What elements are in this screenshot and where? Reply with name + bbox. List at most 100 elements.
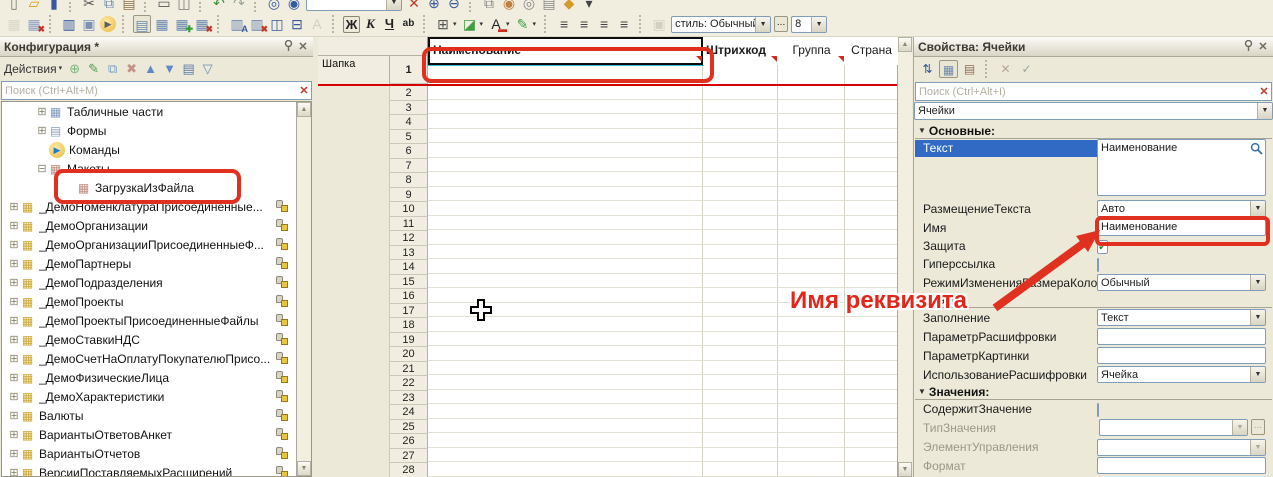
actions-caret-icon[interactable]: ▾: [59, 64, 63, 72]
database-icon[interactable]: ▥: [60, 15, 78, 33]
copy-pages-icon[interactable]: ⧉: [480, 0, 498, 12]
row-header[interactable]: 11: [390, 217, 428, 232]
delete-names-icon[interactable]: ▥✖: [248, 15, 266, 33]
config-search-clear-icon[interactable]: ✕: [297, 84, 311, 97]
style-more-button[interactable]: ...: [774, 16, 788, 32]
discard-icon[interactable]: ✕: [996, 60, 1015, 78]
delete-row-icon[interactable]: ▦✖: [193, 15, 211, 33]
expander-plus-icon[interactable]: ⊞: [8, 428, 20, 441]
sheet-corner[interactable]: [318, 37, 428, 56]
tree-item[interactable]: ⊞▦ВариантыОтчетов: [2, 444, 311, 463]
property-combo[interactable]: Текст▼: [1097, 309, 1266, 326]
row-header[interactable]: 18: [390, 318, 428, 333]
tree-item[interactable]: ⊞▦_ДемоОрганизацииПрисоединенныеФ...: [2, 235, 311, 254]
delete-icon[interactable]: ✖: [123, 60, 140, 78]
align-center-icon[interactable]: ≡: [575, 15, 593, 33]
expander-plus-icon[interactable]: ⊞: [8, 257, 20, 270]
chevron-down-icon[interactable]: ▼: [1250, 310, 1265, 325]
copy-icon[interactable]: ⧉: [100, 0, 118, 12]
property-combo[interactable]: ▼: [1097, 439, 1266, 456]
cell-format-icon[interactable]: ▦: [5, 15, 23, 33]
property-label[interactable]: ТипЗначения: [915, 421, 1097, 435]
find-icon[interactable]: ◎: [265, 0, 283, 12]
row-header[interactable]: 6: [390, 144, 428, 159]
scroll-up-icon[interactable]: ▲: [297, 102, 311, 117]
row-header[interactable]: 12: [390, 231, 428, 246]
group-by-category-icon[interactable]: ▦: [939, 60, 958, 78]
move-up-icon[interactable]: ▲: [142, 60, 159, 78]
property-combo[interactable]: Обычный▼: [1097, 274, 1266, 291]
align-right-icon[interactable]: ≡: [595, 15, 613, 33]
merge-cells-icon[interactable]: ▤: [133, 15, 151, 33]
split-window-v-icon[interactable]: ◫: [268, 15, 286, 33]
property-input[interactable]: [1097, 457, 1266, 474]
tree-item[interactable]: ⊞▦_ДемоПроекты: [2, 292, 311, 311]
show-headers-icon[interactable]: ▥A: [228, 15, 246, 33]
chevron-down-icon[interactable]: ▼: [1250, 440, 1265, 455]
row-header[interactable]: 7: [390, 159, 428, 174]
expander-plus-icon[interactable]: ⊞: [8, 466, 20, 477]
toolbar-search-combo[interactable]: ▼: [306, 0, 402, 11]
property-combo[interactable]: ▼: [1099, 419, 1248, 436]
expander-plus-icon[interactable]: ⊞: [8, 314, 20, 327]
split-window-h-icon[interactable]: ⊟: [288, 15, 306, 33]
pin-icon[interactable]: [282, 40, 294, 54]
expander-plus-icon[interactable]: ⊞: [8, 200, 20, 213]
row-header[interactable]: 13: [390, 246, 428, 261]
tree-item[interactable]: ⊞▦_ДемоПодразделения: [2, 273, 311, 292]
chevron-down-icon[interactable]: ▼: [811, 17, 826, 32]
expander-plus-icon[interactable]: ⊞: [8, 352, 20, 365]
grid-cell[interactable]: Страна: [845, 37, 898, 65]
tree-item[interactable]: ⊞▦Валюты: [2, 406, 311, 425]
object-selector-combo[interactable]: Ячейки ▼: [914, 102, 1273, 120]
letter-spacing-button[interactable]: ab: [400, 16, 417, 33]
sheet-scroll-up-icon[interactable]: ▲: [898, 37, 912, 52]
row-header[interactable]: 16: [390, 289, 428, 304]
paste-icon[interactable]: ▤: [120, 0, 138, 12]
add-icon[interactable]: ⊕: [66, 60, 83, 78]
save-icon[interactable]: ▮: [45, 0, 63, 12]
property-input[interactable]: [1097, 347, 1266, 364]
ellipsis-button[interactable]: ...: [1251, 419, 1265, 435]
close-icon[interactable]: ✕: [297, 40, 309, 53]
tree-item[interactable]: ⊞▦_ДемоХарактеристики: [2, 387, 311, 406]
row-header[interactable]: 3: [390, 101, 428, 116]
important-info-icon[interactable]: ◆: [560, 0, 578, 12]
fill-color-icon[interactable]: ◪: [461, 15, 479, 33]
row-header[interactable]: 14: [390, 260, 428, 275]
italic-button[interactable]: К: [362, 16, 379, 33]
row-header[interactable]: 22: [390, 376, 428, 391]
property-checkbox[interactable]: [1097, 403, 1099, 417]
row-header[interactable]: 9: [390, 188, 428, 203]
row-header[interactable]: 20: [390, 347, 428, 362]
row-header[interactable]: 4: [390, 115, 428, 130]
chevron-down-icon[interactable]: ▼: [1232, 420, 1247, 435]
row-header[interactable]: 19: [390, 333, 428, 348]
expander-plus-icon[interactable]: ⊞: [36, 124, 48, 137]
expander-plus-icon[interactable]: ⊞: [8, 333, 20, 346]
tree-item[interactable]: ⊞▦ВерсииПоставляемыхРасширений: [2, 463, 311, 477]
row-header[interactable]: 10: [390, 202, 428, 217]
dropdown-more-icon[interactable]: ▾: [580, 0, 598, 12]
tree-scrollbar[interactable]: ▲ ▼: [296, 102, 311, 476]
zoom-in-icon[interactable]: ⊕: [425, 0, 443, 12]
row-header[interactable]: 26: [390, 434, 428, 449]
property-combo[interactable]: Ячейка▼: [1097, 366, 1266, 383]
chevron-down-icon[interactable]: ▼: [755, 17, 770, 32]
insert-picture-icon[interactable]: ▣: [650, 15, 668, 33]
property-input[interactable]: [1097, 328, 1266, 345]
row-header[interactable]: 21: [390, 362, 428, 377]
row-header[interactable]: 27: [390, 449, 428, 464]
config-search-input[interactable]: Поиск (Ctrl+Alt+M) ✕: [1, 81, 312, 100]
zoom-out-icon[interactable]: ⊖: [445, 0, 463, 12]
align-justify-icon[interactable]: ≡: [615, 15, 633, 33]
property-section-header[interactable]: ▼Основные:: [915, 123, 1272, 139]
row-header[interactable]: 8: [390, 173, 428, 188]
apply-icon[interactable]: ✓: [1017, 60, 1036, 78]
row-header[interactable]: 24: [390, 405, 428, 420]
expander-plus-icon[interactable]: ⊞: [8, 371, 20, 384]
sheet-scroll-down-icon[interactable]: ▼: [898, 462, 912, 477]
property-combo[interactable]: Авто▼: [1097, 200, 1266, 217]
style-combo[interactable]: стиль: Обычный шр▼: [671, 16, 771, 33]
property-label[interactable]: СодержитЗначение: [915, 402, 1097, 416]
